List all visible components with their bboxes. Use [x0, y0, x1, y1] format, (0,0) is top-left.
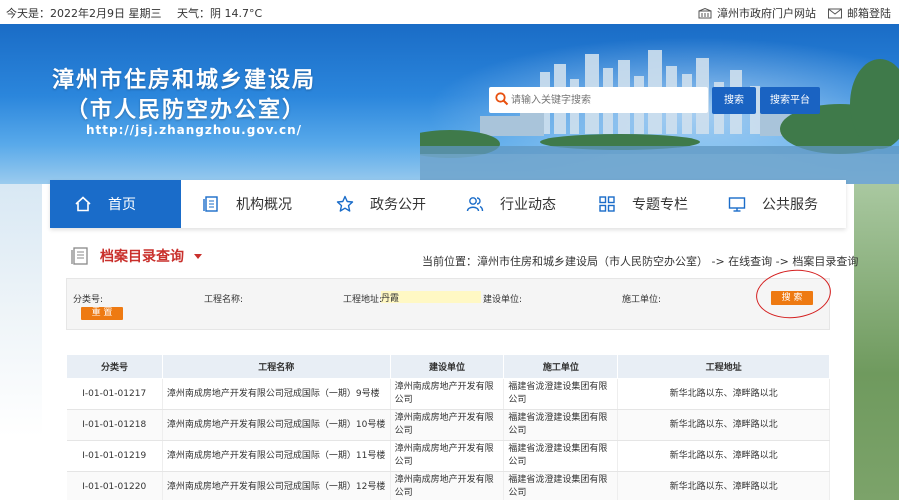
nav-label: 行业动态 — [500, 197, 556, 213]
cell-category: I-01-01-01217 — [66, 378, 163, 410]
header-banner: 漳州市住房和城乡建设局 （市人民防空办公室） http://jsj.zhangz… — [0, 24, 899, 184]
archive-icon — [71, 247, 88, 265]
cell-contractor: 福建省泷澄建设集团有限公司 — [503, 471, 619, 500]
section-header: 档案目录查询 — [70, 246, 202, 266]
column-header: 分类号 — [66, 354, 163, 379]
project-name-input[interactable] — [245, 291, 340, 303]
search-platform-button[interactable]: 搜索平台 — [760, 87, 820, 114]
cell-category: I-01-01-01220 — [66, 471, 163, 500]
column-header: 工程地址 — [617, 354, 830, 379]
cell-address: 新华北路以东、漳畔路以北 — [617, 378, 830, 410]
cell-address: 新华北路以东、漳畔路以北 — [617, 409, 830, 441]
nav-item-organization[interactable]: 机构概况 — [202, 180, 292, 228]
grid-icon — [599, 196, 615, 212]
gov-portal-link[interactable]: 漳州市政府门户网站 — [698, 5, 816, 21]
search-input[interactable] — [511, 90, 701, 110]
nav-label: 公共服务 — [762, 197, 818, 213]
column-header: 工程名称 — [161, 354, 391, 379]
search-icon — [495, 92, 509, 106]
monitor-icon — [728, 197, 746, 212]
weather-text: 天气：阴 14.7°C — [177, 7, 263, 20]
project-address-input[interactable] — [381, 291, 481, 303]
star-icon — [336, 195, 354, 212]
cell-builder: 漳州南成房地产开发有限公司 — [390, 471, 505, 500]
nav-item-public-services[interactable]: 公共服务 — [728, 180, 818, 228]
cell-contractor: 福建省泷澄建设集团有限公司 — [503, 409, 619, 441]
top-info-bar: 今天是：2022年2月9日 星期三 天气：阴 14.7°C 漳州市政府门户网站 … — [0, 0, 899, 24]
date-text: 今天是：2022年2月9日 星期三 — [6, 7, 162, 20]
caret-down-icon[interactable] — [194, 253, 202, 259]
home-icon — [75, 196, 91, 212]
cell-builder: 漳州南成房地产开发有限公司 — [390, 378, 505, 410]
project-address-label: 工程地址: — [343, 295, 383, 305]
cell-address: 新华北路以东、漳畔路以北 — [617, 471, 830, 500]
cell-builder: 漳州南成房地产开发有限公司 — [390, 409, 505, 441]
nav-item-home[interactable]: 首页 — [50, 180, 181, 228]
document-icon — [203, 196, 218, 212]
cell-builder: 漳州南成房地产开发有限公司 — [390, 440, 505, 472]
cell-contractor: 福建省泷澄建设集团有限公司 — [503, 378, 619, 410]
cell-category: I-01-01-01218 — [66, 409, 163, 441]
nav-label: 政务公开 — [370, 197, 426, 213]
search-button[interactable]: 搜索 — [712, 87, 756, 114]
nav-label: 首页 — [108, 197, 136, 213]
cell-project-name: 漳州南成房地产开发有限公司冠成国际（一期）11号楼 — [162, 440, 391, 472]
table-row[interactable]: I-01-01-01220 漳州南成房地产开发有限公司冠成国际（一期）12号楼 … — [66, 471, 830, 500]
builder-label: 建设单位: — [483, 295, 523, 305]
people-icon — [466, 197, 484, 212]
cell-project-name: 漳州南成房地产开发有限公司冠成国际（一期）9号楼 — [162, 378, 391, 410]
table-header-row: 分类号 工程名称 建设单位 施工单位 工程地址 — [66, 354, 830, 379]
archive-table: 分类号 工程名称 建设单位 施工单位 工程地址 I-01-01-01217 漳州… — [66, 354, 830, 500]
builder-input[interactable] — [523, 291, 618, 303]
gov-portal-label: 漳州市政府门户网站 — [717, 7, 816, 20]
table-row[interactable]: I-01-01-01217 漳州南成房地产开发有限公司冠成国际（一期）9号楼 漳… — [66, 378, 830, 410]
nav-item-gov-affairs[interactable]: 政务公开 — [336, 180, 426, 228]
nav-label: 专题专栏 — [632, 197, 688, 213]
mail-login-link[interactable]: 邮箱登陆 — [828, 5, 891, 21]
breadcrumb: 当前位置：漳州市住房和城乡建设局（市人民防空办公室） -> 在线查询 -> 档案… — [422, 255, 859, 268]
nav-label: 机构概况 — [236, 197, 292, 213]
cell-project-name: 漳州南成房地产开发有限公司冠成国际（一期）10号楼 — [162, 409, 391, 441]
nav-item-industry-news[interactable]: 行业动态 — [466, 180, 556, 228]
cell-address: 新华北路以东、漳畔路以北 — [617, 440, 830, 472]
mail-icon — [828, 8, 842, 18]
site-url: http://jsj.zhangzhou.gov.cn/ — [86, 123, 303, 137]
cell-category: I-01-01-01219 — [66, 440, 163, 472]
mail-login-label: 邮箱登陆 — [847, 7, 891, 20]
left-background — [0, 184, 42, 500]
project-name-label: 工程名称: — [204, 295, 244, 305]
contractor-input[interactable] — [662, 291, 762, 303]
cell-contractor: 福建省泷澄建设集团有限公司 — [503, 440, 619, 472]
filter-panel: 分类号: 工程名称: 工程地址: 建设单位: 施工单位: 搜 索 重 置 — [66, 278, 830, 330]
main-nav: 首页 机构概况 政务公开 行业动态 专题专栏 公共服务 — [50, 180, 846, 228]
column-header: 施工单位 — [503, 354, 619, 379]
search-box — [489, 87, 708, 113]
contractor-label: 施工单位: — [622, 295, 662, 305]
table-row[interactable]: I-01-01-01218 漳州南成房地产开发有限公司冠成国际（一期）10号楼 … — [66, 409, 830, 441]
cell-project-name: 漳州南成房地产开发有限公司冠成国际（一期）12号楼 — [162, 471, 391, 500]
right-background — [854, 184, 899, 500]
building-icon — [698, 7, 712, 18]
filter-reset-button[interactable]: 重 置 — [81, 307, 123, 320]
category-input[interactable] — [107, 291, 197, 303]
section-title: 档案目录查询 — [100, 249, 184, 265]
column-header: 建设单位 — [389, 354, 505, 379]
category-label: 分类号: — [73, 295, 104, 305]
site-title-line1: 漳州市住房和城乡建设局 — [52, 68, 317, 93]
table-row[interactable]: I-01-01-01219 漳州南成房地产开发有限公司冠成国际（一期）11号楼 … — [66, 440, 830, 472]
nav-item-special-topics[interactable]: 专题专栏 — [598, 180, 688, 228]
site-title-line2: （市人民防空办公室） — [66, 98, 307, 123]
